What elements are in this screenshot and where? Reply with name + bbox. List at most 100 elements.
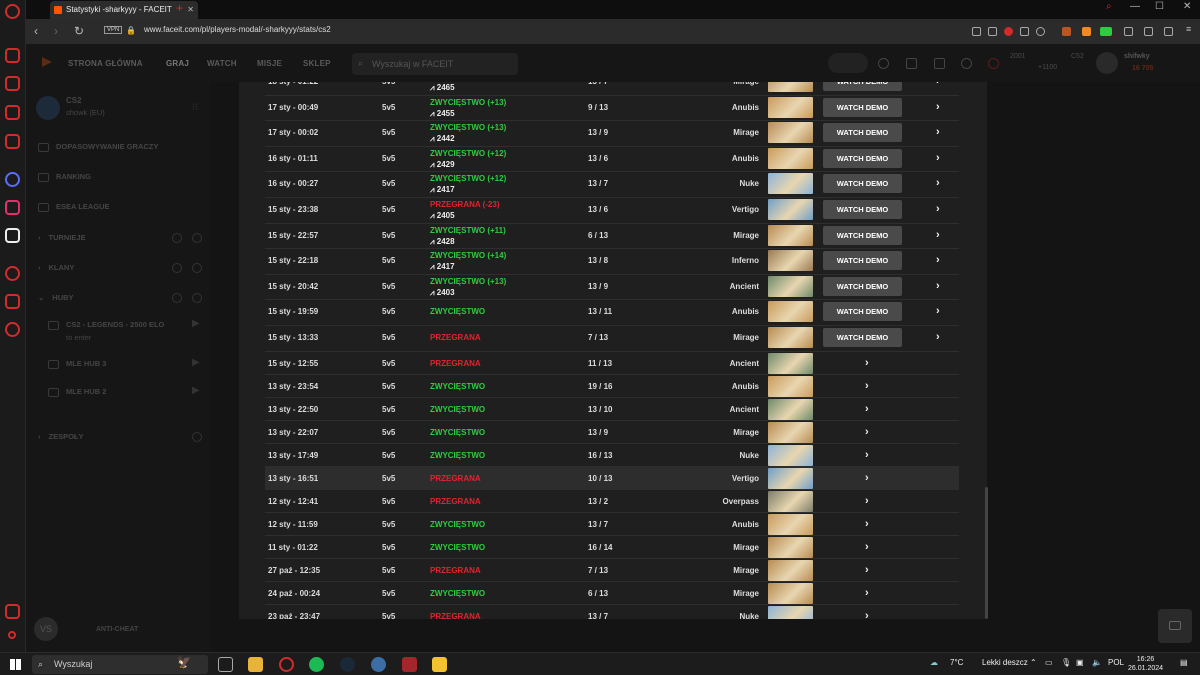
match-row[interactable]: 17 sty - 00:49 5v5 ZWYCIĘSTWO (+13) ⩘ 2455 9… bbox=[265, 96, 959, 122]
add-tournament-icon[interactable] bbox=[192, 233, 202, 243]
tray-device-icon[interactable]: ▭ bbox=[1045, 658, 1053, 667]
add-icon[interactable] bbox=[878, 58, 889, 69]
file-explorer-icon[interactable] bbox=[248, 657, 263, 672]
vs-button[interactable]: VS bbox=[34, 617, 58, 641]
search-clans-icon[interactable] bbox=[172, 263, 182, 273]
sidebar-tournaments[interactable]: › TURNIEJE bbox=[38, 233, 86, 242]
match-row[interactable]: 13 sty - 17:49 5v5 ZWYCIĘSTWO 16 / 13 Nuke › bbox=[265, 444, 959, 467]
match-row[interactable]: 15 sty - 20:42 5v5 ZWYCIĘSTWO (+13) ⩘ 2403 1… bbox=[265, 275, 959, 301]
aria-icon[interactable] bbox=[5, 76, 20, 91]
match-row[interactable]: 17 sty - 00:02 5v5 ZWYCIĘSTWO (+13) ⩘ 2442 1… bbox=[265, 121, 959, 147]
sidebar-teams[interactable]: › ZESPOŁY bbox=[38, 432, 84, 441]
chevron-right-icon[interactable]: › bbox=[865, 421, 869, 444]
reload-button[interactable]: ↻ bbox=[74, 24, 84, 38]
play-icon[interactable]: ▶ bbox=[192, 318, 200, 329]
share-icon[interactable] bbox=[972, 27, 981, 36]
chevron-right-icon[interactable]: › bbox=[865, 467, 869, 490]
faceit-search-input[interactable]: Wyszukaj w FACEIT bbox=[352, 53, 518, 75]
match-row[interactable]: 13 sty - 16:51 5v5 PRZEGRANA 10 / 13 Vertigo… bbox=[265, 466, 959, 490]
hub-legends[interactable]: CS2 - LEGENDS - 2500 ELO bbox=[48, 320, 164, 330]
match-row[interactable]: 13 sty - 23:54 5v5 ZWYCIĘSTWO 19 / 16 Anubis… bbox=[265, 375, 959, 398]
instagram-icon[interactable] bbox=[5, 134, 20, 149]
minimize-button[interactable]: — bbox=[1130, 1, 1140, 12]
cs2-game-icon[interactable] bbox=[36, 96, 60, 120]
new-tab-button[interactable]: + bbox=[176, 1, 183, 15]
add-clan-icon[interactable] bbox=[192, 263, 202, 273]
scrollbar[interactable] bbox=[985, 487, 988, 619]
hub-mle-3[interactable]: MLE HUB 3 bbox=[48, 359, 106, 369]
chevron-right-icon[interactable]: › bbox=[936, 275, 940, 298]
grid-menu-icon[interactable]: ⁝⁝ bbox=[192, 102, 198, 113]
nav-watch[interactable]: WATCH bbox=[207, 59, 237, 68]
chevron-right-icon[interactable]: › bbox=[865, 398, 869, 421]
network-icon[interactable]: ▣ bbox=[1076, 658, 1084, 667]
maximize-button[interactable]: ☐ bbox=[1155, 1, 1164, 12]
nav-shop[interactable]: SKLEP bbox=[303, 59, 331, 68]
watch-demo-button[interactable]: WATCH DEMO bbox=[823, 123, 902, 143]
search-tournaments-icon[interactable] bbox=[172, 233, 182, 243]
chevron-right-icon[interactable]: › bbox=[865, 536, 869, 559]
extension-v-icon[interactable] bbox=[1082, 27, 1091, 36]
instagram-app-icon[interactable] bbox=[5, 200, 20, 215]
match-row[interactable]: 16 sty - 00:27 5v5 ZWYCIĘSTWO (+12) ⩘ 2417 1… bbox=[265, 172, 959, 198]
extension-bookmark-icon[interactable] bbox=[1062, 27, 1071, 36]
watch-demo-button[interactable]: WATCH DEMO bbox=[823, 148, 902, 168]
match-row[interactable]: 23 paź - 23:47 5v5 PRZEGRANA 13 / 7 Nuke › bbox=[265, 605, 959, 619]
add-hub-icon[interactable] bbox=[192, 293, 202, 303]
watch-demo-button[interactable]: WATCH DEMO bbox=[823, 327, 902, 347]
chevron-right-icon[interactable]: › bbox=[936, 326, 940, 349]
sidebar-hubs[interactable]: ⌄ HUBY bbox=[38, 293, 74, 302]
extension-box-icon[interactable] bbox=[1124, 27, 1133, 36]
x-twitter-icon[interactable] bbox=[5, 228, 20, 243]
back-button[interactable]: ‹ bbox=[34, 24, 38, 38]
match-row[interactable]: 16 sty - 01:11 5v5 ZWYCIĘSTWO (+12) ⩘ 2429 1… bbox=[265, 147, 959, 173]
watch-demo-button[interactable]: WATCH DEMO bbox=[823, 225, 902, 245]
opera-search-icon[interactable]: ⌕ bbox=[1106, 1, 1112, 12]
chevron-right-icon[interactable]: › bbox=[936, 147, 940, 170]
adblock-icon[interactable] bbox=[1004, 27, 1013, 36]
opera-taskbar-icon[interactable] bbox=[279, 657, 294, 672]
faceit-logo-icon[interactable] bbox=[42, 57, 52, 67]
volume-icon[interactable]: 🔈 bbox=[1092, 658, 1102, 667]
match-row[interactable]: 12 sty - 11:59 5v5 ZWYCIĘSTWO 13 / 7 Anubis › bbox=[265, 513, 959, 536]
steam-icon[interactable] bbox=[340, 657, 355, 672]
close-window-button[interactable]: ✕ bbox=[1183, 1, 1191, 12]
app-wolf-icon[interactable] bbox=[402, 657, 417, 672]
menu-icon[interactable]: ≡ bbox=[1186, 24, 1195, 34]
watch-demo-button[interactable]: WATCH DEMO bbox=[823, 82, 902, 91]
watch-demo-button[interactable]: WATCH DEMO bbox=[823, 174, 902, 194]
play-icon[interactable]: ▶ bbox=[192, 357, 200, 368]
bookmarks-icon[interactable] bbox=[5, 105, 20, 120]
add-team-icon[interactable] bbox=[192, 432, 202, 442]
search-hubs-icon[interactable] bbox=[172, 293, 182, 303]
messenger-icon[interactable] bbox=[5, 172, 20, 187]
match-row[interactable]: 24 paź - 00:24 5v5 ZWYCIĘSTWO 6 / 13 Mirage › bbox=[265, 582, 959, 605]
history-icon[interactable] bbox=[5, 266, 20, 281]
match-row[interactable]: 15 sty - 12:55 5v5 PRZEGRANA 11 / 13 Ancient… bbox=[265, 352, 959, 375]
chevron-right-icon[interactable]: › bbox=[865, 375, 869, 398]
chevron-right-icon[interactable]: › bbox=[936, 82, 940, 93]
bell-icon[interactable] bbox=[961, 58, 972, 69]
task-view-icon[interactable] bbox=[218, 657, 233, 672]
anti-cheat-label[interactable]: ANTI-CHEAT bbox=[96, 626, 138, 633]
chevron-right-icon[interactable]: › bbox=[936, 172, 940, 195]
notification-icon[interactable]: ▤ bbox=[1180, 658, 1188, 667]
forward-button[interactable]: › bbox=[54, 24, 58, 38]
chevron-right-icon[interactable]: › bbox=[865, 513, 869, 536]
tab-close-icon[interactable]: ✕ bbox=[187, 1, 194, 19]
windows-start-icon[interactable] bbox=[10, 659, 21, 670]
speed-dial-icon[interactable] bbox=[5, 48, 20, 63]
microphone-icon[interactable]: 🎙 bbox=[1061, 658, 1071, 667]
weather-temp[interactable]: 7°C bbox=[950, 658, 963, 667]
match-row[interactable]: 11 sty - 01:22 5v5 ZWYCIĘSTWO 16 / 14 Mirage… bbox=[265, 536, 959, 559]
chevron-right-icon[interactable]: › bbox=[865, 582, 869, 605]
chevron-right-icon[interactable]: › bbox=[865, 352, 869, 375]
match-row[interactable]: 13 sty - 22:50 5v5 ZWYCIĘSTWO 13 / 10 Ancien… bbox=[265, 398, 959, 421]
extensions-menu-icon[interactable] bbox=[1144, 27, 1153, 36]
more-icon[interactable] bbox=[8, 631, 16, 639]
nav-home[interactable]: STRONA GŁÓWNA bbox=[68, 59, 143, 68]
match-row[interactable]: 18 sty - 01:22 5v5 ZWYCIĘSTWO (+10)⩘ 2465 1… bbox=[265, 82, 959, 96]
tray-chevron-icon[interactable]: ⌃ bbox=[1030, 658, 1037, 667]
watch-demo-button[interactable]: WATCH DEMO bbox=[823, 199, 902, 219]
chevron-right-icon[interactable]: › bbox=[865, 605, 869, 619]
